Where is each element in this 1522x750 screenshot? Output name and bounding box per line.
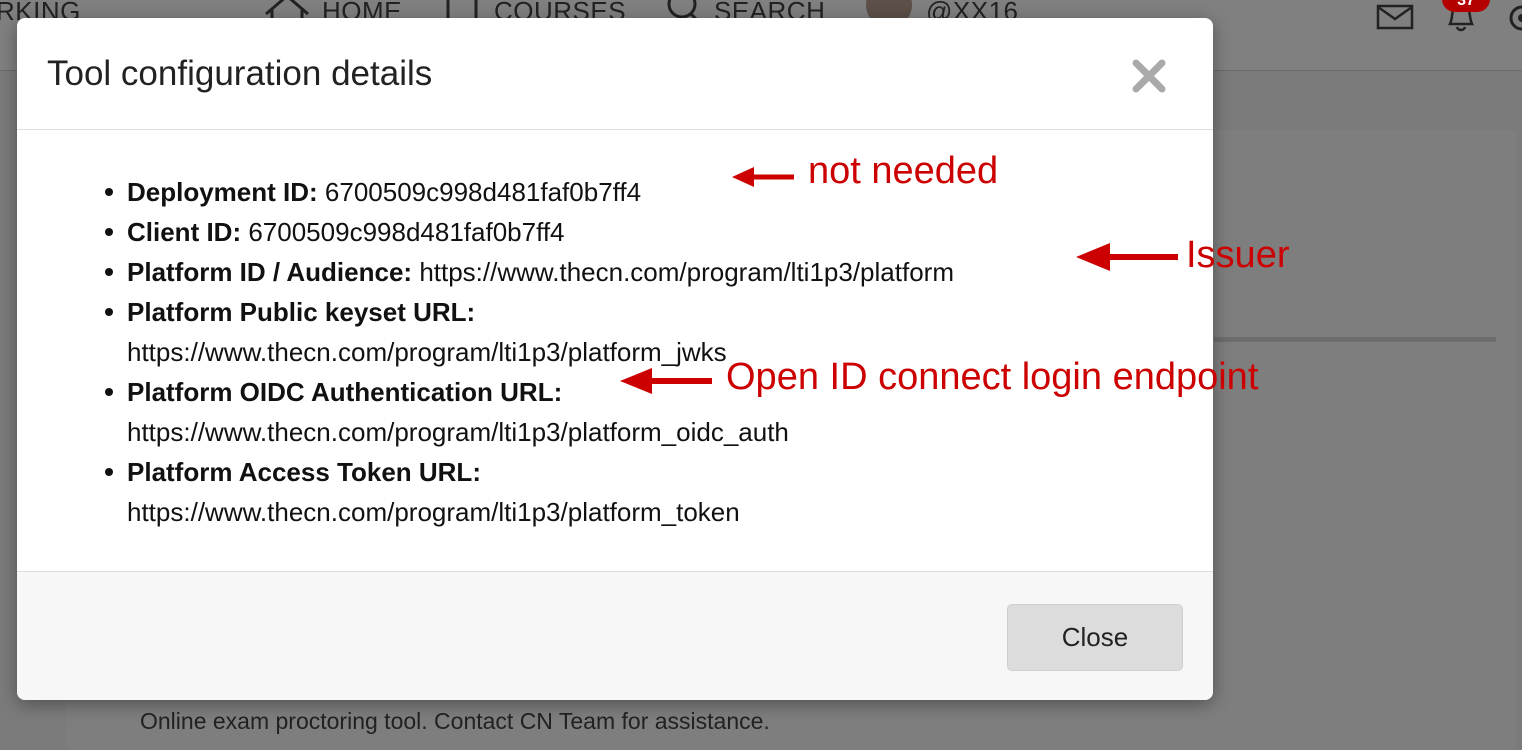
arrow-left-icon bbox=[732, 167, 794, 187]
close-button[interactable]: Close bbox=[1007, 604, 1183, 671]
annotation-oidc: Open ID connect login endpoint bbox=[726, 356, 1259, 398]
config-label: Deployment ID: bbox=[127, 177, 318, 207]
config-label: Platform OIDC Authentication URL: bbox=[127, 377, 563, 407]
config-item-client-id: Client ID: 6700509c998d481faf0b7ff4 bbox=[105, 212, 954, 252]
modal-body: Deployment ID: 6700509c998d481faf0b7ff4 … bbox=[17, 130, 1213, 571]
config-value: https://www.thecn.com/program/lti1p3/pla… bbox=[127, 497, 740, 527]
modal-close-x-button[interactable] bbox=[1127, 54, 1171, 98]
modal-header: Tool configuration details bbox=[17, 18, 1213, 130]
arrow-left-icon bbox=[620, 368, 712, 394]
annotation-issuer: Issuer bbox=[1186, 234, 1290, 276]
arrow-left-icon bbox=[1076, 243, 1178, 271]
config-label: Platform Access Token URL: bbox=[127, 457, 481, 487]
background-divider bbox=[1214, 337, 1496, 342]
background-description: Online exam proctoring tool. Contact CN … bbox=[140, 708, 770, 734]
config-item-platform-id: Platform ID / Audience: https://www.thec… bbox=[105, 252, 954, 292]
mail-icon[interactable] bbox=[1376, 2, 1414, 30]
gear-icon[interactable] bbox=[1504, 0, 1522, 36]
config-value: https://www.thecn.com/program/lti1p3/pla… bbox=[127, 337, 727, 367]
config-label: Platform ID / Audience: bbox=[127, 257, 413, 287]
modal-title: Tool configuration details bbox=[47, 54, 433, 93]
modal-footer: Close bbox=[17, 571, 1213, 700]
close-icon bbox=[1132, 59, 1166, 93]
config-value: https://www.thecn.com/program/lti1p3/pla… bbox=[127, 417, 789, 447]
config-value: https://www.thecn.com/program/lti1p3/pla… bbox=[419, 257, 954, 287]
config-item-token-url: Platform Access Token URL: https://www.t… bbox=[105, 452, 954, 532]
notification-badge: 37 bbox=[1442, 0, 1490, 12]
config-list: Deployment ID: 6700509c998d481faf0b7ff4 … bbox=[105, 172, 954, 532]
annotation-not-needed: not needed bbox=[808, 150, 999, 192]
config-value: 6700509c998d481faf0b7ff4 bbox=[248, 217, 565, 247]
config-label: Platform Public keyset URL: bbox=[127, 297, 476, 327]
config-value: 6700509c998d481faf0b7ff4 bbox=[324, 177, 642, 207]
config-label: Client ID: bbox=[127, 217, 242, 247]
